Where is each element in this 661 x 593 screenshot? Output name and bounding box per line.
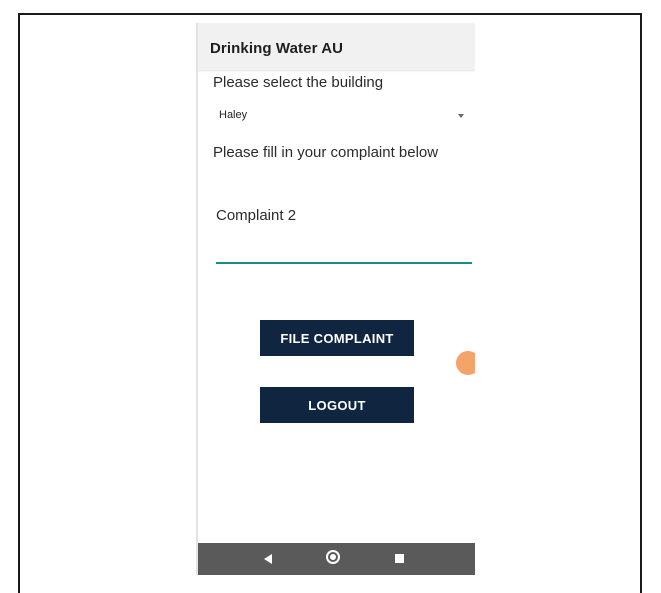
building-dropdown[interactable]: Haley [219,108,464,126]
file-complaint-button[interactable]: FILE COMPLAINT [260,320,414,356]
caret-down-icon [458,114,464,118]
complaint-input[interactable]: Complaint 2 [216,198,472,266]
complaint-input-text: Complaint 2 [216,207,297,224]
logout-button[interactable]: LOGOUT [260,387,414,423]
app-bar: Drinking Water AU [198,23,475,70]
building-prompt-label: Please select the building [213,74,384,91]
app-title: Drinking Water AU [210,40,344,57]
complaint-prompt-label: Please fill in your complaint below [213,144,439,161]
recents-square-icon[interactable] [395,554,404,563]
home-circle-icon[interactable] [326,550,340,564]
phone-screen: Drinking Water AU Please select the buil… [198,23,475,575]
complaint-input-underline [216,262,472,264]
floating-touch-indicator[interactable] [456,351,475,375]
building-selected-value: Haley [219,109,248,121]
system-navigation-bar [198,543,475,575]
back-triangle-icon[interactable] [264,554,272,564]
